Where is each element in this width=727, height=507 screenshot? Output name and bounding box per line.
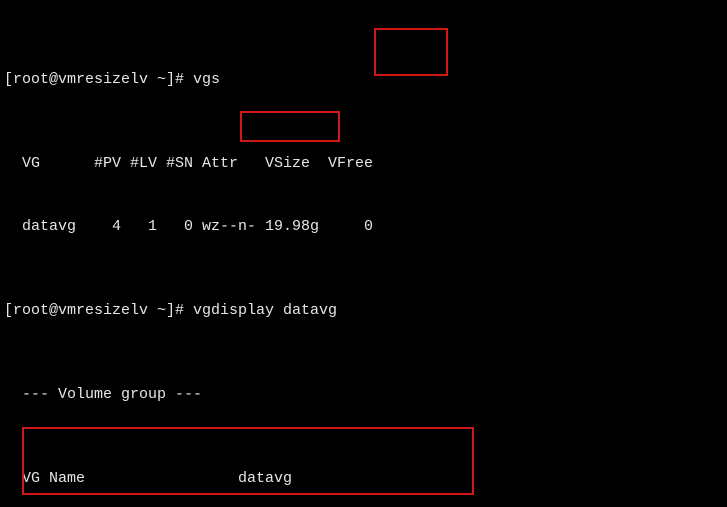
highlight-box-vgname (240, 111, 340, 142)
value: datavg (238, 468, 292, 489)
vgdisplay-section-header: --- Volume group --- (4, 384, 723, 405)
terminal-root: [root@vmresizelv ~]# vgs VG #PV #LV #SN … (0, 0, 727, 507)
command-text: vgs (193, 71, 220, 88)
prompt: [root@vmresizelv ~]# (4, 71, 193, 88)
label: VG Name (4, 468, 238, 489)
cmd-line-1: [root@vmresizelv ~]# vgs (4, 69, 723, 90)
cmd-line-2: [root@vmresizelv ~]# vgdisplay datavg (4, 300, 723, 321)
vgs-header: VG #PV #LV #SN Attr VSize VFree (4, 153, 723, 174)
prompt: [root@vmresizelv ~]# (4, 302, 193, 319)
command-text: vgdisplay datavg (193, 302, 337, 319)
vgs-row: datavg 4 1 0 wz--n- 19.98g 0 (4, 216, 723, 237)
row-vg-name: VG Namedatavg (4, 468, 723, 489)
